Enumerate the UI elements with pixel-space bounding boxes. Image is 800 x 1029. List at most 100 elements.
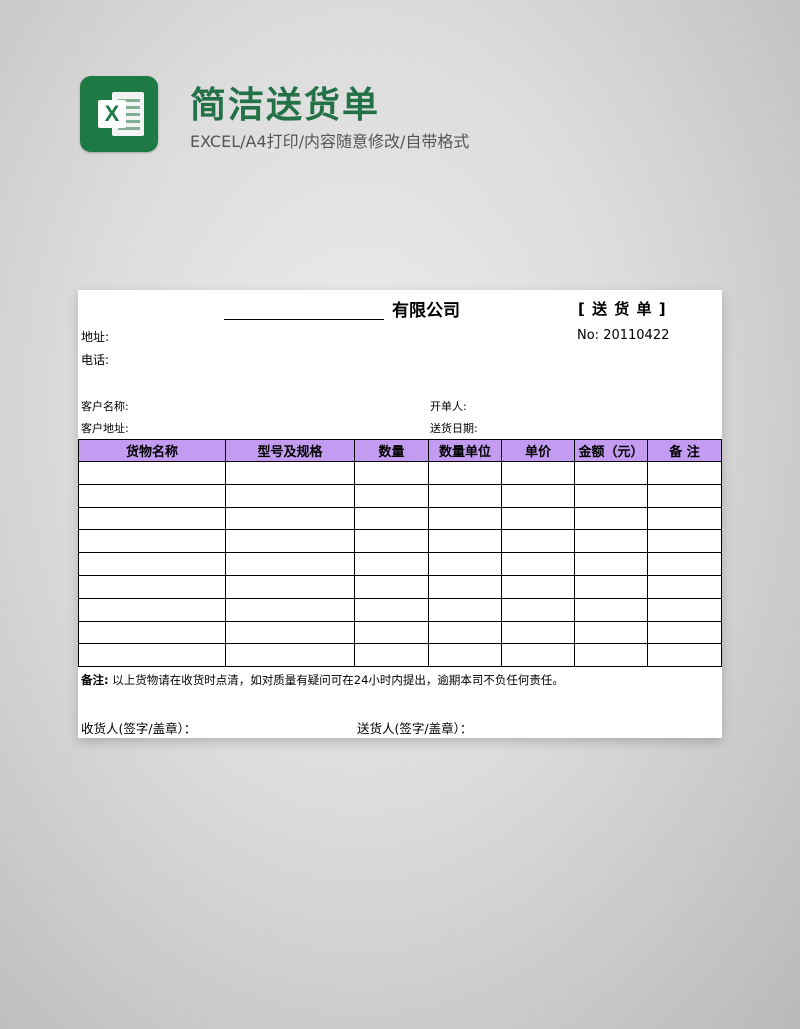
table-cell[interactable] — [78, 574, 226, 599]
table-cell[interactable] — [574, 506, 648, 531]
goods-table-body — [78, 461, 722, 668]
table-cell[interactable] — [225, 574, 355, 599]
delivery-date-label: 送货日期: — [430, 422, 478, 435]
table-row — [78, 620, 722, 645]
table-cell[interactable] — [354, 529, 429, 554]
customer-address-label: 客户地址: — [81, 422, 129, 435]
table-cell[interactable] — [225, 483, 355, 508]
table-cell[interactable] — [501, 552, 575, 576]
table-cell[interactable] — [225, 597, 355, 622]
table-cell[interactable] — [354, 483, 429, 508]
table-cell[interactable] — [354, 574, 429, 599]
table-cell[interactable] — [647, 552, 722, 576]
remark: 备注: 以上货物请在收货时点清，如对质量有疑问可在24小时内提出，逾期本司不负任… — [81, 672, 564, 688]
table-cell[interactable] — [78, 597, 226, 622]
table-cell[interactable] — [501, 620, 575, 645]
table-cell[interactable] — [78, 643, 226, 668]
table-header-row: 货物名称 型号及规格 数量 数量单位 单价 金额（元） 备 注 — [78, 439, 722, 462]
delivery-note-sheet: 有限公司 [ 送 货 单 ] 地址: 电话: No: 20110422 客户名称… — [78, 290, 722, 738]
table-row — [78, 506, 722, 531]
table-cell[interactable] — [428, 483, 502, 508]
receiver-signature: 收货人(签字/盖章）： — [81, 721, 197, 736]
table-cell[interactable] — [78, 552, 226, 576]
table-cell[interactable] — [225, 461, 355, 485]
table-cell[interactable] — [501, 574, 575, 599]
table-row — [78, 574, 722, 599]
company-name-blank[interactable] — [224, 302, 384, 320]
table-cell[interactable] — [354, 506, 429, 531]
table-cell[interactable] — [647, 643, 722, 668]
table-cell[interactable] — [428, 506, 502, 531]
phone-label: 电话: — [81, 353, 110, 367]
table-cell[interactable] — [501, 506, 575, 531]
table-cell[interactable] — [354, 620, 429, 645]
goods-table: 货物名称 型号及规格 数量 数量单位 单价 金额（元） 备 注 — [78, 439, 722, 668]
column-header: 型号及规格 — [225, 439, 355, 462]
table-cell[interactable] — [428, 529, 502, 554]
table-cell[interactable] — [574, 620, 648, 645]
table-cell[interactable] — [428, 461, 502, 485]
table-cell[interactable] — [647, 483, 722, 508]
table-cell[interactable] — [501, 483, 575, 508]
table-cell[interactable] — [354, 643, 429, 668]
table-row — [78, 643, 722, 668]
table-cell[interactable] — [354, 597, 429, 622]
table-cell[interactable] — [574, 461, 648, 485]
customer-name-label: 客户名称: — [81, 400, 129, 413]
table-row — [78, 597, 722, 622]
column-header: 备 注 — [647, 439, 722, 462]
table-cell[interactable] — [574, 552, 648, 576]
excel-letter: X — [98, 100, 126, 128]
column-header: 单价 — [501, 439, 575, 462]
remark-label: 备注: — [81, 673, 109, 687]
table-cell[interactable] — [574, 529, 648, 554]
table-row — [78, 461, 722, 485]
table-row — [78, 552, 722, 576]
table-cell[interactable] — [225, 529, 355, 554]
table-cell[interactable] — [428, 574, 502, 599]
table-cell[interactable] — [78, 506, 226, 531]
table-cell[interactable] — [428, 597, 502, 622]
table-row — [78, 483, 722, 508]
table-cell[interactable] — [225, 643, 355, 668]
address-label: 地址: — [81, 330, 110, 344]
table-cell[interactable] — [647, 506, 722, 531]
table-cell[interactable] — [647, 529, 722, 554]
table-cell[interactable] — [647, 620, 722, 645]
table-row — [78, 529, 722, 554]
table-cell[interactable] — [354, 552, 429, 576]
table-cell[interactable] — [574, 643, 648, 668]
table-cell[interactable] — [225, 620, 355, 645]
table-cell[interactable] — [501, 597, 575, 622]
form-type-title: [ 送 货 单 ] — [578, 300, 667, 318]
column-header: 金额（元） — [574, 439, 648, 462]
table-cell[interactable] — [647, 574, 722, 599]
table-cell[interactable] — [78, 483, 226, 508]
sender-signature: 送货人(签字/盖章）： — [357, 721, 473, 736]
table-cell[interactable] — [574, 597, 648, 622]
column-header: 数量单位 — [428, 439, 502, 462]
doc-title: 简洁送货单 — [190, 85, 381, 126]
table-cell[interactable] — [225, 506, 355, 531]
table-cell[interactable] — [428, 643, 502, 668]
column-header: 货物名称 — [78, 439, 226, 462]
table-cell[interactable] — [501, 643, 575, 668]
excel-icon: X — [80, 76, 158, 152]
remark-text: 以上货物请在收货时点清，如对质量有疑问可在24小时内提出，逾期本司不负任何责任。 — [112, 673, 564, 687]
table-cell[interactable] — [501, 529, 575, 554]
table-cell[interactable] — [78, 461, 226, 485]
table-cell[interactable] — [428, 552, 502, 576]
table-cell[interactable] — [78, 620, 226, 645]
order-number: No: 20110422 — [577, 328, 670, 343]
table-cell[interactable] — [574, 483, 648, 508]
table-cell[interactable] — [574, 574, 648, 599]
table-cell[interactable] — [501, 461, 575, 485]
table-cell[interactable] — [428, 620, 502, 645]
issuer-label: 开单人: — [430, 400, 467, 413]
table-cell[interactable] — [78, 529, 226, 554]
table-cell[interactable] — [225, 552, 355, 576]
table-cell[interactable] — [354, 461, 429, 485]
table-cell[interactable] — [647, 461, 722, 485]
table-cell[interactable] — [647, 597, 722, 622]
column-header: 数量 — [354, 439, 429, 462]
